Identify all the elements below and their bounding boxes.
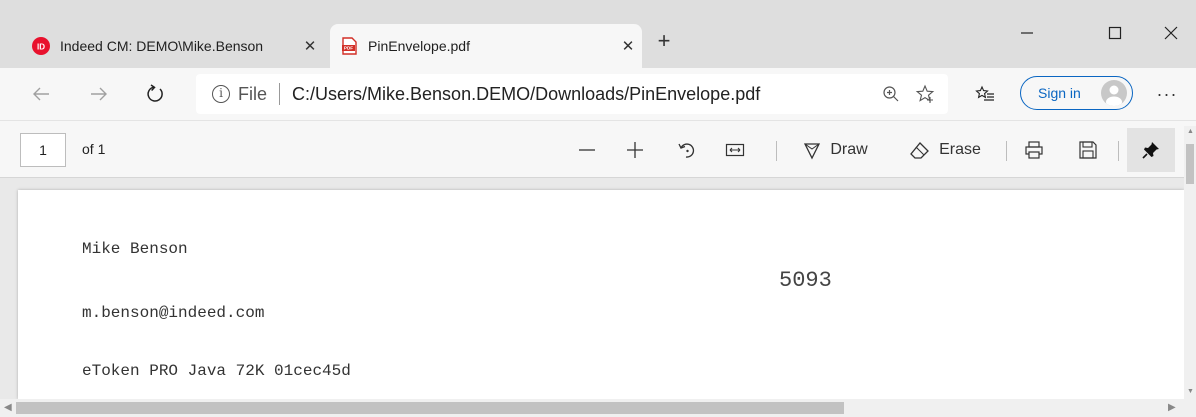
device-info: eToken PRO Java 72K 01cec45d [82, 362, 351, 380]
sign-in-button[interactable]: Sign in [1020, 76, 1133, 110]
fit-width-icon [725, 143, 745, 157]
navigation-bar: i File C:/Users/Mike.Benson.DEMO/Downloa… [0, 68, 1196, 120]
draw-label: Draw [830, 141, 868, 158]
svg-text:PDF: PDF [344, 46, 353, 51]
url-text[interactable]: C:/Users/Mike.Benson.DEMO/Downloads/PinE… [292, 84, 874, 105]
pdf-toolbar: 1 of 1 Draw Erase [0, 120, 1196, 178]
pdf-page: Mike Benson 5093 m.benson@indeed.com eTo… [18, 190, 1184, 399]
tab-title: PinEnvelope.pdf [368, 38, 470, 54]
tab-close-icon[interactable]: ✕ [614, 37, 642, 55]
zoom-out-button[interactable] [572, 133, 602, 167]
info-icon[interactable]: i [212, 85, 230, 103]
save-icon [1079, 141, 1097, 159]
back-button[interactable] [24, 78, 58, 110]
title-bar: ID Indeed CM: DEMO\Mike.Benson ✕ PDF Pin… [0, 0, 1196, 68]
zoom-in-button[interactable] [620, 133, 650, 167]
scroll-down-icon[interactable]: ▼ [1187, 388, 1194, 395]
maximize-button[interactable] [1092, 18, 1138, 48]
minimize-icon [1021, 32, 1033, 34]
address-divider [279, 83, 281, 105]
minus-icon [579, 149, 595, 151]
tab-indeed-cm[interactable]: ID Indeed CM: DEMO\Mike.Benson ✕ [22, 24, 324, 68]
page-count-label: of 1 [82, 141, 106, 157]
url-scheme: File [238, 83, 268, 104]
toolbar-divider [1006, 141, 1007, 161]
tab-pinenvelope[interactable]: PDF PinEnvelope.pdf ✕ [330, 24, 642, 68]
printer-icon [1025, 141, 1043, 159]
scroll-right-icon[interactable]: ▶ [1168, 402, 1176, 413]
scroll-left-icon[interactable]: ◀ [4, 402, 12, 413]
vertical-scroll-thumb[interactable] [1186, 144, 1194, 184]
save-button[interactable] [1072, 133, 1104, 167]
fit-to-width-button[interactable] [720, 133, 750, 167]
toolbar-divider [776, 141, 777, 161]
draw-icon [804, 143, 821, 160]
plus-icon [627, 142, 643, 158]
refresh-icon [147, 84, 163, 102]
page-number-input[interactable]: 1 [20, 133, 66, 167]
maximize-icon [1108, 26, 1122, 40]
zoom-in-icon[interactable] [874, 79, 908, 109]
scroll-up-icon[interactable]: ▲ [1187, 128, 1194, 135]
pin-icon [1142, 142, 1159, 159]
favorites-icon [975, 85, 994, 101]
arrow-right-icon [91, 87, 107, 101]
draw-button[interactable]: Draw [796, 133, 874, 167]
svg-text:ID: ID [37, 43, 45, 52]
eraser-icon [910, 142, 930, 159]
horizontal-scrollbar[interactable]: ◀ ▶ [0, 399, 1196, 417]
tab-close-icon[interactable]: ✕ [296, 37, 324, 55]
pdf-viewer[interactable]: Mike Benson 5093 m.benson@indeed.com eTo… [0, 178, 1184, 399]
indeed-logo-icon: ID [32, 37, 50, 55]
pin-toolbar-button[interactable] [1127, 128, 1175, 172]
print-button[interactable] [1018, 133, 1050, 167]
vertical-scrollbar[interactable]: ▲ ▼ [1184, 126, 1196, 399]
pin-code: 5093 [779, 268, 832, 293]
sign-in-label: Sign in [1038, 85, 1081, 101]
erase-button[interactable]: Erase [904, 133, 986, 167]
avatar-icon [1101, 80, 1127, 106]
close-window-button[interactable] [1148, 18, 1194, 48]
horizontal-scroll-thumb[interactable] [16, 402, 844, 414]
erase-label: Erase [939, 141, 981, 158]
user-email: m.benson@indeed.com [82, 304, 265, 322]
new-tab-button[interactable]: + [652, 30, 676, 54]
rotate-button[interactable] [672, 133, 702, 167]
toolbar-divider [1118, 141, 1119, 161]
forward-button[interactable] [82, 78, 116, 110]
address-bar[interactable]: i File C:/Users/Mike.Benson.DEMO/Downloa… [196, 74, 948, 114]
settings-more-button[interactable]: ··· [1150, 78, 1184, 110]
close-icon [1164, 26, 1178, 40]
user-name: Mike Benson [82, 240, 188, 258]
arrow-left-icon [33, 87, 49, 101]
tab-title: Indeed CM: DEMO\Mike.Benson [60, 38, 264, 54]
minimize-button[interactable] [1004, 18, 1050, 48]
favorites-button[interactable] [968, 78, 1002, 110]
refresh-button[interactable] [138, 78, 172, 110]
add-favorite-star-icon[interactable] [908, 79, 942, 109]
pdf-file-icon: PDF [342, 37, 357, 55]
rotate-icon [678, 143, 695, 158]
